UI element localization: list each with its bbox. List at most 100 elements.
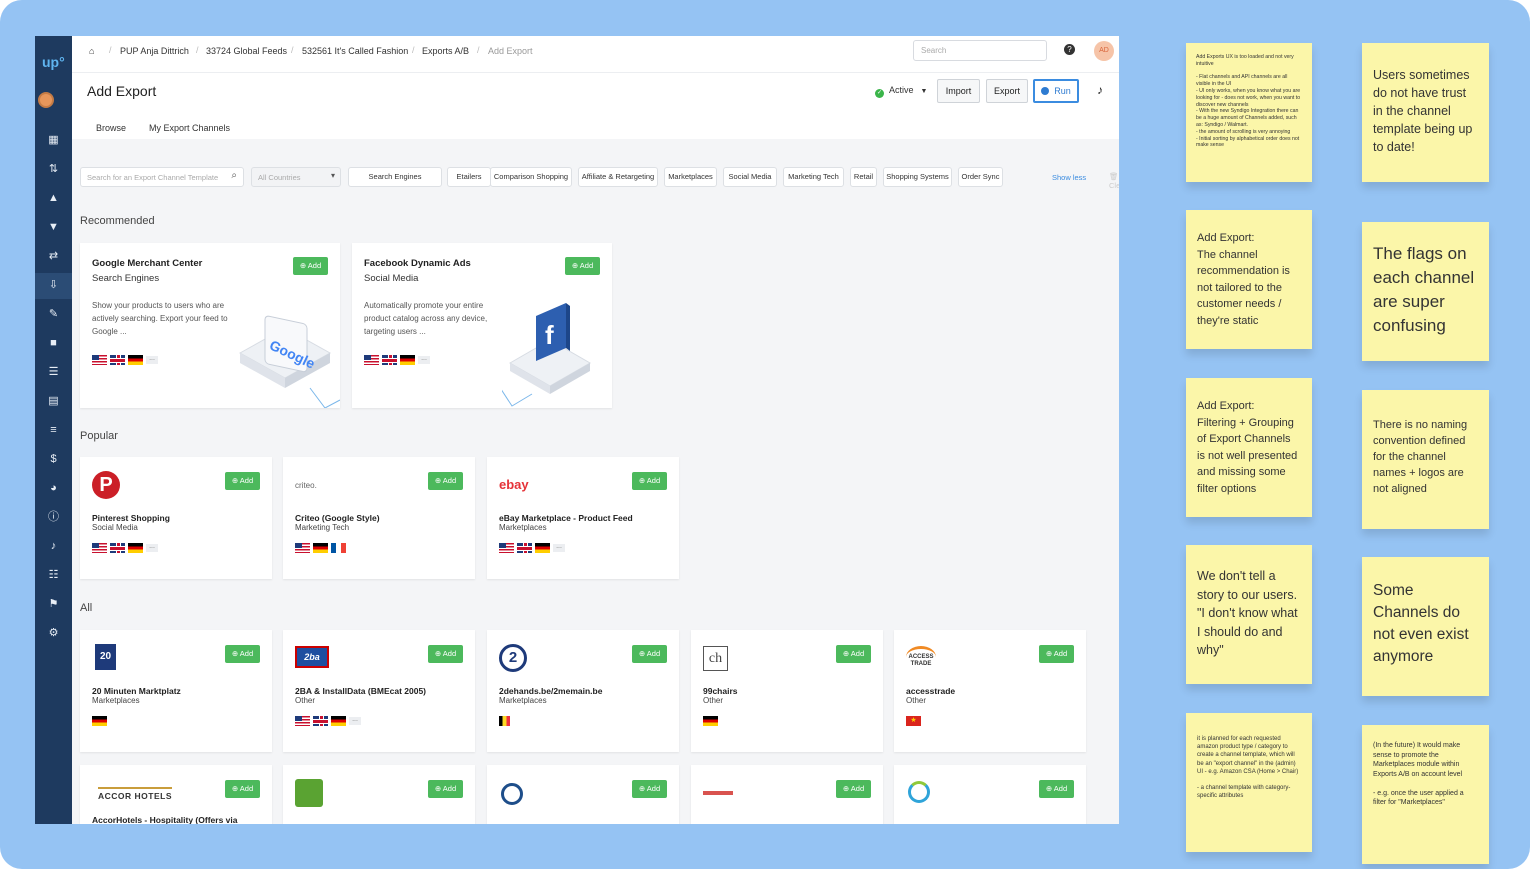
app-window: up° ▦ ⇅ ▲ ▼ ⇄ ⇩ ✎ ■ ☰ ▤ ≡ $ ◕ ⓘ ♪ ☷ ⚑ ⚙ … (35, 36, 1119, 824)
channel-card-google-merchant-center[interactable]: Google Merchant Center Search Engines Sh… (80, 243, 340, 408)
search-icon: ⌕ (231, 170, 237, 181)
table-icon[interactable]: ▤ (47, 395, 60, 408)
run-button[interactable]: Run (1033, 79, 1079, 103)
global-search-input[interactable]: Search (913, 40, 1047, 61)
channel-card[interactable]: ⊕ Add (283, 765, 475, 824)
add-button[interactable]: ⊕ Add (225, 645, 260, 663)
filter-chip-etailers[interactable]: Etailers (447, 167, 491, 187)
card-title: Google Merchant Center (92, 258, 203, 269)
tab-my-export-channels[interactable]: My Export Channels (149, 123, 230, 133)
filter-chip-retail[interactable]: Retail (850, 167, 877, 187)
dashboard-icon[interactable]: ▦ (47, 134, 60, 147)
card-category: Marketing Tech (295, 523, 350, 532)
add-button[interactable]: ⊕ Add (428, 645, 463, 663)
flag-us-icon (92, 355, 107, 365)
criteo-logo-icon: criteo. (295, 481, 317, 490)
breadcrumb-project[interactable]: 33724 Global Feeds (206, 46, 287, 56)
channel-card-2dehands[interactable]: 2 ⊕ Add 2dehands.be/2memain.be Marketpla… (487, 630, 679, 752)
sliders-icon[interactable]: ☰ (47, 366, 60, 379)
filter-chip-comparison-shopping[interactable]: Comparison Shopping (490, 167, 572, 187)
flag-vn-icon: ★ (906, 716, 921, 726)
channel-card[interactable]: ⊕ Add (487, 765, 679, 824)
flag-gb-icon (110, 355, 125, 365)
channel-card-ebay[interactable]: ebay ⊕ Add eBay Marketplace - Product Fe… (487, 457, 679, 579)
user-avatar[interactable]: AD (1094, 41, 1114, 61)
filter-chip-shopping-systems[interactable]: Shopping Systems (883, 167, 952, 187)
funnel-icon[interactable]: ▼ (47, 221, 60, 234)
filter-chip-order-sync[interactable]: Order Sync (958, 167, 1003, 187)
card-category: Other (906, 696, 927, 705)
channel-card-2ba[interactable]: 2ba ⊕ Add 2BA & InstallData (BMEcat 2005… (283, 630, 475, 752)
import-button[interactable]: Import (937, 79, 980, 103)
country-select[interactable]: All Countries ▾ (251, 167, 341, 187)
filter-chip-search-engines[interactable]: Search Engines (348, 167, 442, 187)
transfer-icon[interactable]: ⇄ (47, 250, 60, 263)
add-button[interactable]: ⊕ Add (632, 645, 667, 663)
flag-de-icon (400, 355, 415, 365)
filter-chip-social-media[interactable]: Social Media (723, 167, 777, 187)
help-icon[interactable]: ? (1064, 44, 1075, 55)
tab-browse[interactable]: Browse (96, 123, 126, 133)
account-avatar[interactable] (38, 92, 54, 108)
filter-chip-affiliate-retargeting[interactable]: Affiliate & Retargeting (578, 167, 658, 187)
channel-logo-icon (295, 779, 323, 807)
settings-icon[interactable]: ⚙ (47, 627, 60, 640)
card-title: AccorHotels - Hospitality (Offers via (92, 815, 238, 824)
channel-card-pinterest-shopping[interactable]: P ⊕ Add Pinterest Shopping Social Media … (80, 457, 272, 579)
list-icon[interactable]: ≡ (47, 424, 60, 437)
channel-card-99chairs[interactable]: ch ⊕ Add 99chairs Other (691, 630, 883, 752)
page-title: Add Export (87, 83, 157, 99)
channel-search-input[interactable]: Search for an Export Channel Template ⌕ (80, 167, 244, 187)
dollar-icon[interactable]: $ (47, 453, 60, 466)
filter-chip-marketplaces[interactable]: Marketplaces (664, 167, 717, 187)
brush-icon[interactable]: ✎ (47, 308, 60, 321)
import-icon[interactable]: ⇅ (47, 163, 60, 176)
flag-de-icon (703, 716, 718, 726)
breadcrumb-exports[interactable]: Exports A/B (422, 46, 469, 56)
breadcrumb-feed[interactable]: 532561 It's Called Fashion (302, 46, 408, 56)
clear-filters-button[interactable]: 🗑 Clear (1109, 172, 1119, 190)
show-less-link[interactable]: Show less (1052, 173, 1086, 182)
bell-icon[interactable]: ♪ (47, 540, 60, 553)
add-button[interactable]: ⊕ Add (565, 257, 600, 275)
caret-down-icon: ▾ (330, 171, 335, 180)
lock-icon[interactable]: ▲ (47, 192, 60, 205)
channel-card-accorhotels[interactable]: ACCOR HOTELS ⊕ Add AccorHotels - Hospita… (80, 765, 272, 824)
export-button[interactable]: Export (986, 79, 1028, 103)
add-button[interactable]: ⊕ Add (632, 472, 667, 490)
info-icon[interactable]: ⓘ (47, 511, 60, 524)
add-button[interactable]: ⊕ Add (1039, 645, 1074, 663)
channel-card-criteo[interactable]: criteo. ⊕ Add Criteo (Google Style) Mark… (283, 457, 475, 579)
video-icon[interactable]: ■ (47, 337, 60, 350)
channel-card[interactable]: ⊕ Add (691, 765, 883, 824)
export-icon[interactable]: ⇩ (47, 279, 60, 292)
breadcrumb-account[interactable]: PUP Anja Dittrich (120, 46, 189, 56)
pie-chart-icon[interactable]: ◕ (47, 482, 60, 495)
add-button[interactable]: ⊕ Add (293, 257, 328, 275)
channel-card-facebook-dynamic-ads[interactable]: Facebook Dynamic Ads Social Media Automa… (352, 243, 612, 408)
country-flags: ... (499, 543, 565, 553)
channel-logo-icon (908, 781, 930, 803)
flag-gb-icon (517, 543, 532, 553)
breadcrumb-separator: / (412, 45, 415, 55)
add-button[interactable]: ⊕ Add (632, 780, 667, 798)
channel-search-placeholder: Search for an Export Channel Template (87, 173, 219, 182)
add-button[interactable]: ⊕ Add (836, 780, 871, 798)
add-button[interactable]: ⊕ Add (225, 472, 260, 490)
filter-chip-marketing-tech[interactable]: Marketing Tech (783, 167, 844, 187)
add-button[interactable]: ⊕ Add (1039, 780, 1074, 798)
home-icon[interactable]: ⌂ (89, 46, 94, 56)
app-logo[interactable]: up° (42, 54, 65, 70)
status-dropdown[interactable]: ✓ Active ▼ (875, 85, 927, 98)
channel-card[interactable]: ⊕ Add (894, 765, 1086, 824)
card-category: Social Media (92, 523, 138, 532)
channel-card-accesstrade[interactable]: ACCESS TRADE ⊕ Add accesstrade Other ★ (894, 630, 1086, 752)
add-button[interactable]: ⊕ Add (428, 780, 463, 798)
notification-bell-icon[interactable]: ♪ (1097, 83, 1103, 97)
add-button[interactable]: ⊕ Add (428, 472, 463, 490)
add-button[interactable]: ⊕ Add (836, 645, 871, 663)
channel-card-20-minuten[interactable]: 20 ⊕ Add 20 Minuten Marktplatz Marketpla… (80, 630, 272, 752)
checklist-icon[interactable]: ☷ (47, 569, 60, 582)
add-button[interactable]: ⊕ Add (225, 780, 260, 798)
flag-icon[interactable]: ⚑ (47, 598, 60, 611)
